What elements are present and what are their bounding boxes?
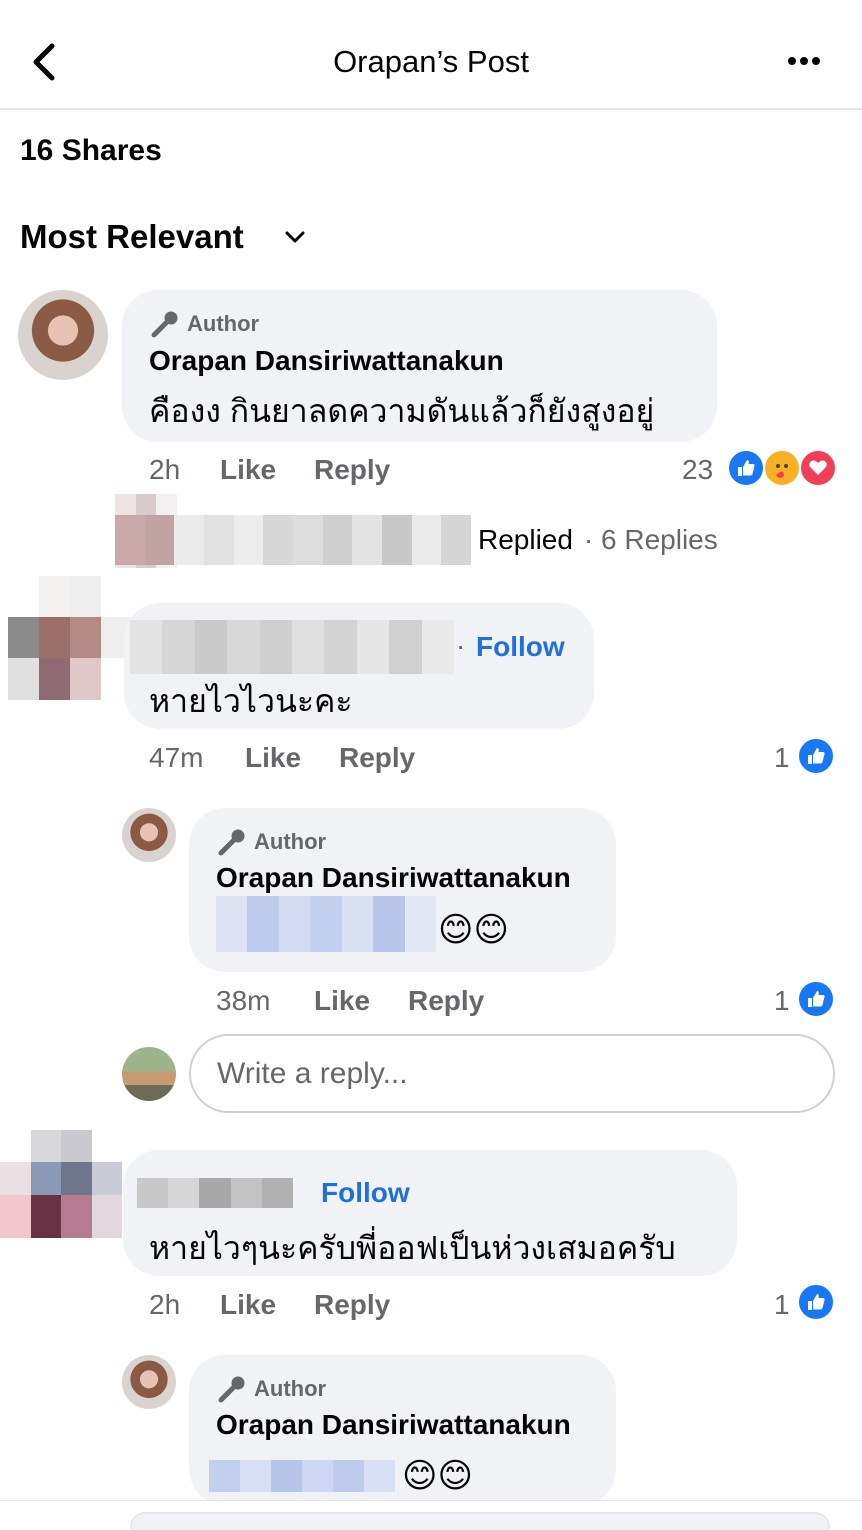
microphone-icon	[151, 311, 178, 338]
like-reaction-icon	[797, 1283, 835, 1321]
commenter-name[interactable]: Orapan Dansiriwattanakun	[216, 1409, 571, 1441]
commenter-name[interactable]	[130, 620, 454, 674]
microphone-icon	[218, 829, 245, 856]
love-reaction-icon	[799, 449, 837, 487]
tagged-name[interactable]	[209, 1460, 395, 1492]
author-tag: Author	[254, 1376, 327, 1401]
comment-text: หายไวไวนะคะ	[149, 683, 353, 719]
follow-button[interactable]: Follow	[476, 631, 565, 663]
reply-button[interactable]: Reply	[408, 985, 484, 1017]
comment-time: 2h	[149, 1289, 181, 1320]
more-icon	[788, 57, 796, 65]
like-button[interactable]: Like	[245, 742, 301, 774]
reply-input[interactable]	[191, 1036, 833, 1111]
like-reaction-icon	[797, 980, 835, 1018]
tagged-name[interactable]	[216, 896, 436, 952]
like-reaction-icon	[797, 737, 835, 775]
microphone-icon	[218, 1376, 245, 1403]
reply-time: 38m	[216, 985, 271, 1016]
comment-composer[interactable]	[130, 1512, 830, 1530]
replied-label[interactable]: Replied	[478, 524, 573, 556]
comment-text: หายไวๆนะครับพี่ออฟเป็นห่วงเสมอครับ	[149, 1230, 676, 1266]
avatar[interactable]	[122, 808, 176, 862]
replier-name[interactable]	[115, 515, 471, 565]
emoji-smile: 😊😊	[402, 1456, 473, 1496]
care-reaction-icon	[763, 449, 801, 487]
commenter-name[interactable]: Orapan Dansiriwattanakun	[149, 345, 504, 377]
avatar[interactable]	[8, 576, 132, 700]
chevron-down-icon[interactable]	[284, 226, 306, 248]
commenter-name[interactable]	[137, 1178, 293, 1208]
like-button[interactable]: Like	[220, 1289, 276, 1321]
comment-text: คืองง กินยาลดความดันแล้วก็ยังสูงอยู่	[149, 393, 655, 429]
like-reaction-icon	[727, 449, 765, 487]
comment-time: 47m	[149, 742, 204, 773]
replies-count[interactable]: 6 Replies	[601, 524, 718, 556]
sort-selector[interactable]: Most Relevant	[20, 218, 244, 256]
emoji-smile: 😊😊	[438, 910, 509, 950]
comment-time: 2h	[149, 454, 181, 485]
reaction-count[interactable]: 1	[774, 1289, 790, 1321]
more-options-button[interactable]	[788, 52, 832, 72]
reply-input-container	[189, 1034, 835, 1113]
avatar[interactable]	[18, 290, 108, 380]
avatar[interactable]	[122, 1355, 176, 1409]
separator-dot: ·	[456, 630, 466, 661]
reaction-count[interactable]: 1	[774, 985, 790, 1017]
separator-dot: ·	[584, 524, 594, 555]
reply-button[interactable]: Reply	[314, 1289, 390, 1321]
author-tag: Author	[254, 829, 327, 854]
reply-button[interactable]: Reply	[339, 742, 415, 774]
author-tag: Author	[187, 311, 260, 336]
shares-count[interactable]: 16 Shares	[20, 134, 162, 168]
follow-button[interactable]: Follow	[321, 1177, 410, 1209]
like-button[interactable]: Like	[220, 454, 276, 486]
page-title: Orapan’s Post	[333, 44, 529, 79]
reply-button[interactable]: Reply	[314, 454, 390, 486]
reaction-count[interactable]: 1	[774, 742, 790, 774]
commenter-name[interactable]: Orapan Dansiriwattanakun	[216, 862, 571, 894]
reaction-count[interactable]: 23	[682, 454, 713, 486]
avatar[interactable]	[0, 1130, 122, 1238]
current-user-avatar[interactable]	[122, 1047, 176, 1101]
like-button[interactable]: Like	[314, 985, 370, 1017]
